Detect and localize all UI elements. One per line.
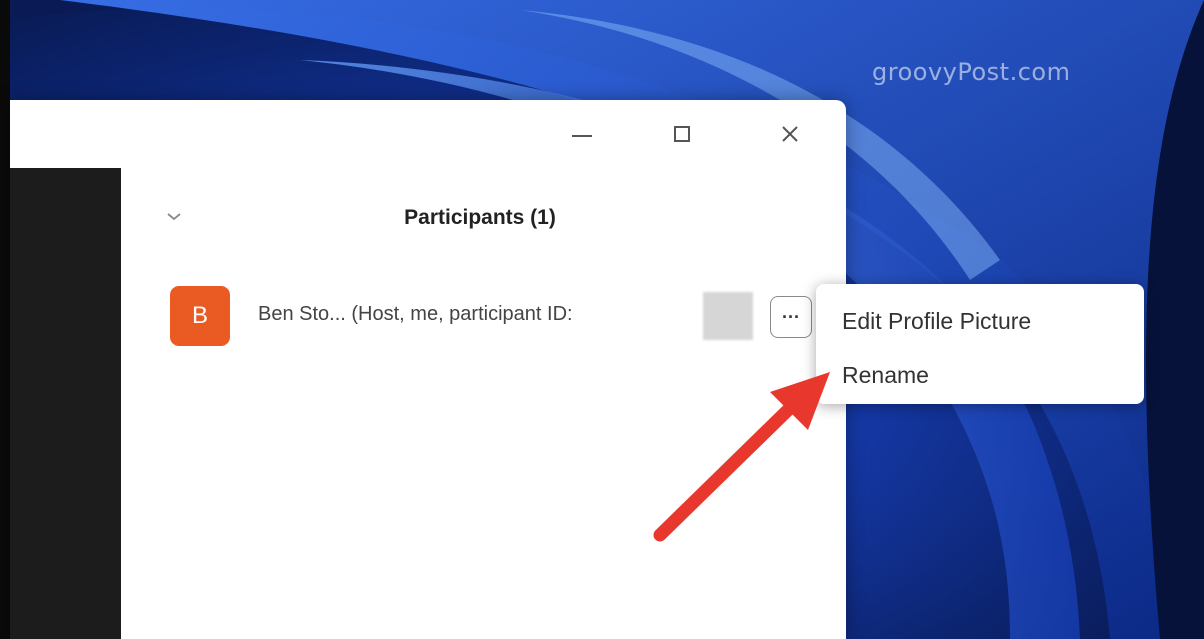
menu-item-rename[interactable]: Rename (842, 362, 929, 389)
maximize-icon (674, 126, 690, 142)
collapse-panel-button[interactable] (164, 206, 184, 226)
menu-item-edit-profile-picture[interactable]: Edit Profile Picture (842, 308, 1031, 335)
close-button[interactable] (768, 114, 812, 154)
participant-name: Ben Sto... (Host, me, participant ID: (258, 303, 573, 325)
minimize-button[interactable] (560, 114, 604, 154)
participants-window: Participants (1) B Ben Sto... (Host, me,… (10, 100, 846, 639)
video-area (10, 168, 121, 639)
close-icon (782, 126, 798, 142)
participants-title: Participants (1) (404, 206, 556, 229)
redacted-participant-id (703, 292, 753, 340)
minimize-icon (572, 135, 592, 137)
more-options-button[interactable]: ··· (770, 296, 812, 338)
participant-context-menu: Edit Profile Picture Rename (816, 284, 1144, 404)
watermark: groovyPost.com (872, 58, 1071, 86)
participant-row[interactable]: B Ben Sto... (Host, me, participant ID: … (170, 286, 812, 346)
background-window-edge (0, 0, 10, 639)
maximize-button[interactable] (660, 114, 704, 154)
avatar: B (170, 286, 230, 346)
chevron-down-icon (167, 213, 181, 221)
